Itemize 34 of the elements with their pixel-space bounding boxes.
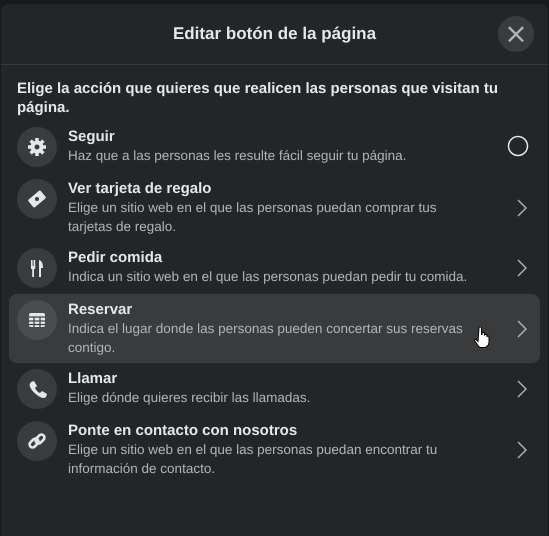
action-option[interactable]: Ver tarjeta de regalo Elige un sitio web en el que las personas puedan comprar tus tarjetas de regalo.: [9, 173, 540, 242]
radio-button[interactable]: [507, 135, 529, 157]
option-description: Indica un sitio web en el que las personas puedan pedir tu comida.: [68, 268, 468, 286]
option-description: Elige un sitio web en el que las personas puedan comprar tus tarjetas de regalo.: [68, 199, 438, 236]
phone-icon: [17, 369, 57, 409]
chevron-right-icon: [516, 318, 528, 338]
gift-card-icon: [17, 179, 57, 219]
action-option[interactable]: Seguir Haz que a las personas les resulte fácil seguir tu página.: [9, 121, 540, 173]
option-title: Ver tarjeta de regalo: [68, 179, 212, 198]
hand-cursor-icon: [474, 326, 490, 348]
option-title: Llamar: [68, 369, 118, 388]
chevron-right-icon: [516, 258, 528, 278]
option-description: Haz que a las personas les resulte fácil seguir tu página.: [68, 147, 408, 165]
action-option[interactable]: Llamar Elige dónde quieres recibir las llamadas.: [9, 363, 540, 415]
option-title: Seguir: [68, 127, 116, 146]
gear-icon: [17, 127, 57, 167]
option-title: Ponte en contacto con nosotros: [68, 421, 298, 440]
option-description: Indica el lugar donde las personas pueden concertar sus reservas contigo.: [68, 320, 464, 357]
dialog-title: Editar botón de la página: [172, 24, 376, 44]
chevron-right-icon: [516, 198, 528, 218]
calendar-icon: [17, 300, 57, 340]
fork-knife-icon: [17, 248, 57, 288]
action-option[interactable]: Ponte en contacto con nosotros Elige un sitio web en el que las personas puedan encontrar tu información de contacto.: [9, 415, 540, 484]
option-description: Elige un sitio web en el que las personas puedan encontrar tu información de contacto.: [68, 441, 438, 478]
close-button[interactable]: ×: [498, 16, 534, 52]
chevron-right-icon: [516, 440, 528, 460]
action-option[interactable]: Reservar Indica el lugar donde las personas pueden concertar sus reservas contigo.: [9, 294, 540, 363]
option-description: Elige dónde quieres recibir las llamadas.: [68, 389, 312, 407]
intro-text: Elige la acción que quieres que realicen las personas que visitan tu página.: [16, 79, 500, 118]
option-title: Reservar: [68, 300, 134, 319]
chevron-right-icon: [516, 379, 528, 399]
action-option[interactable]: Pedir comida Indica un sitio web en el que las personas puedan pedir tu comida.: [9, 242, 540, 294]
option-title: Pedir comida: [68, 248, 164, 267]
link-icon: [17, 421, 57, 461]
